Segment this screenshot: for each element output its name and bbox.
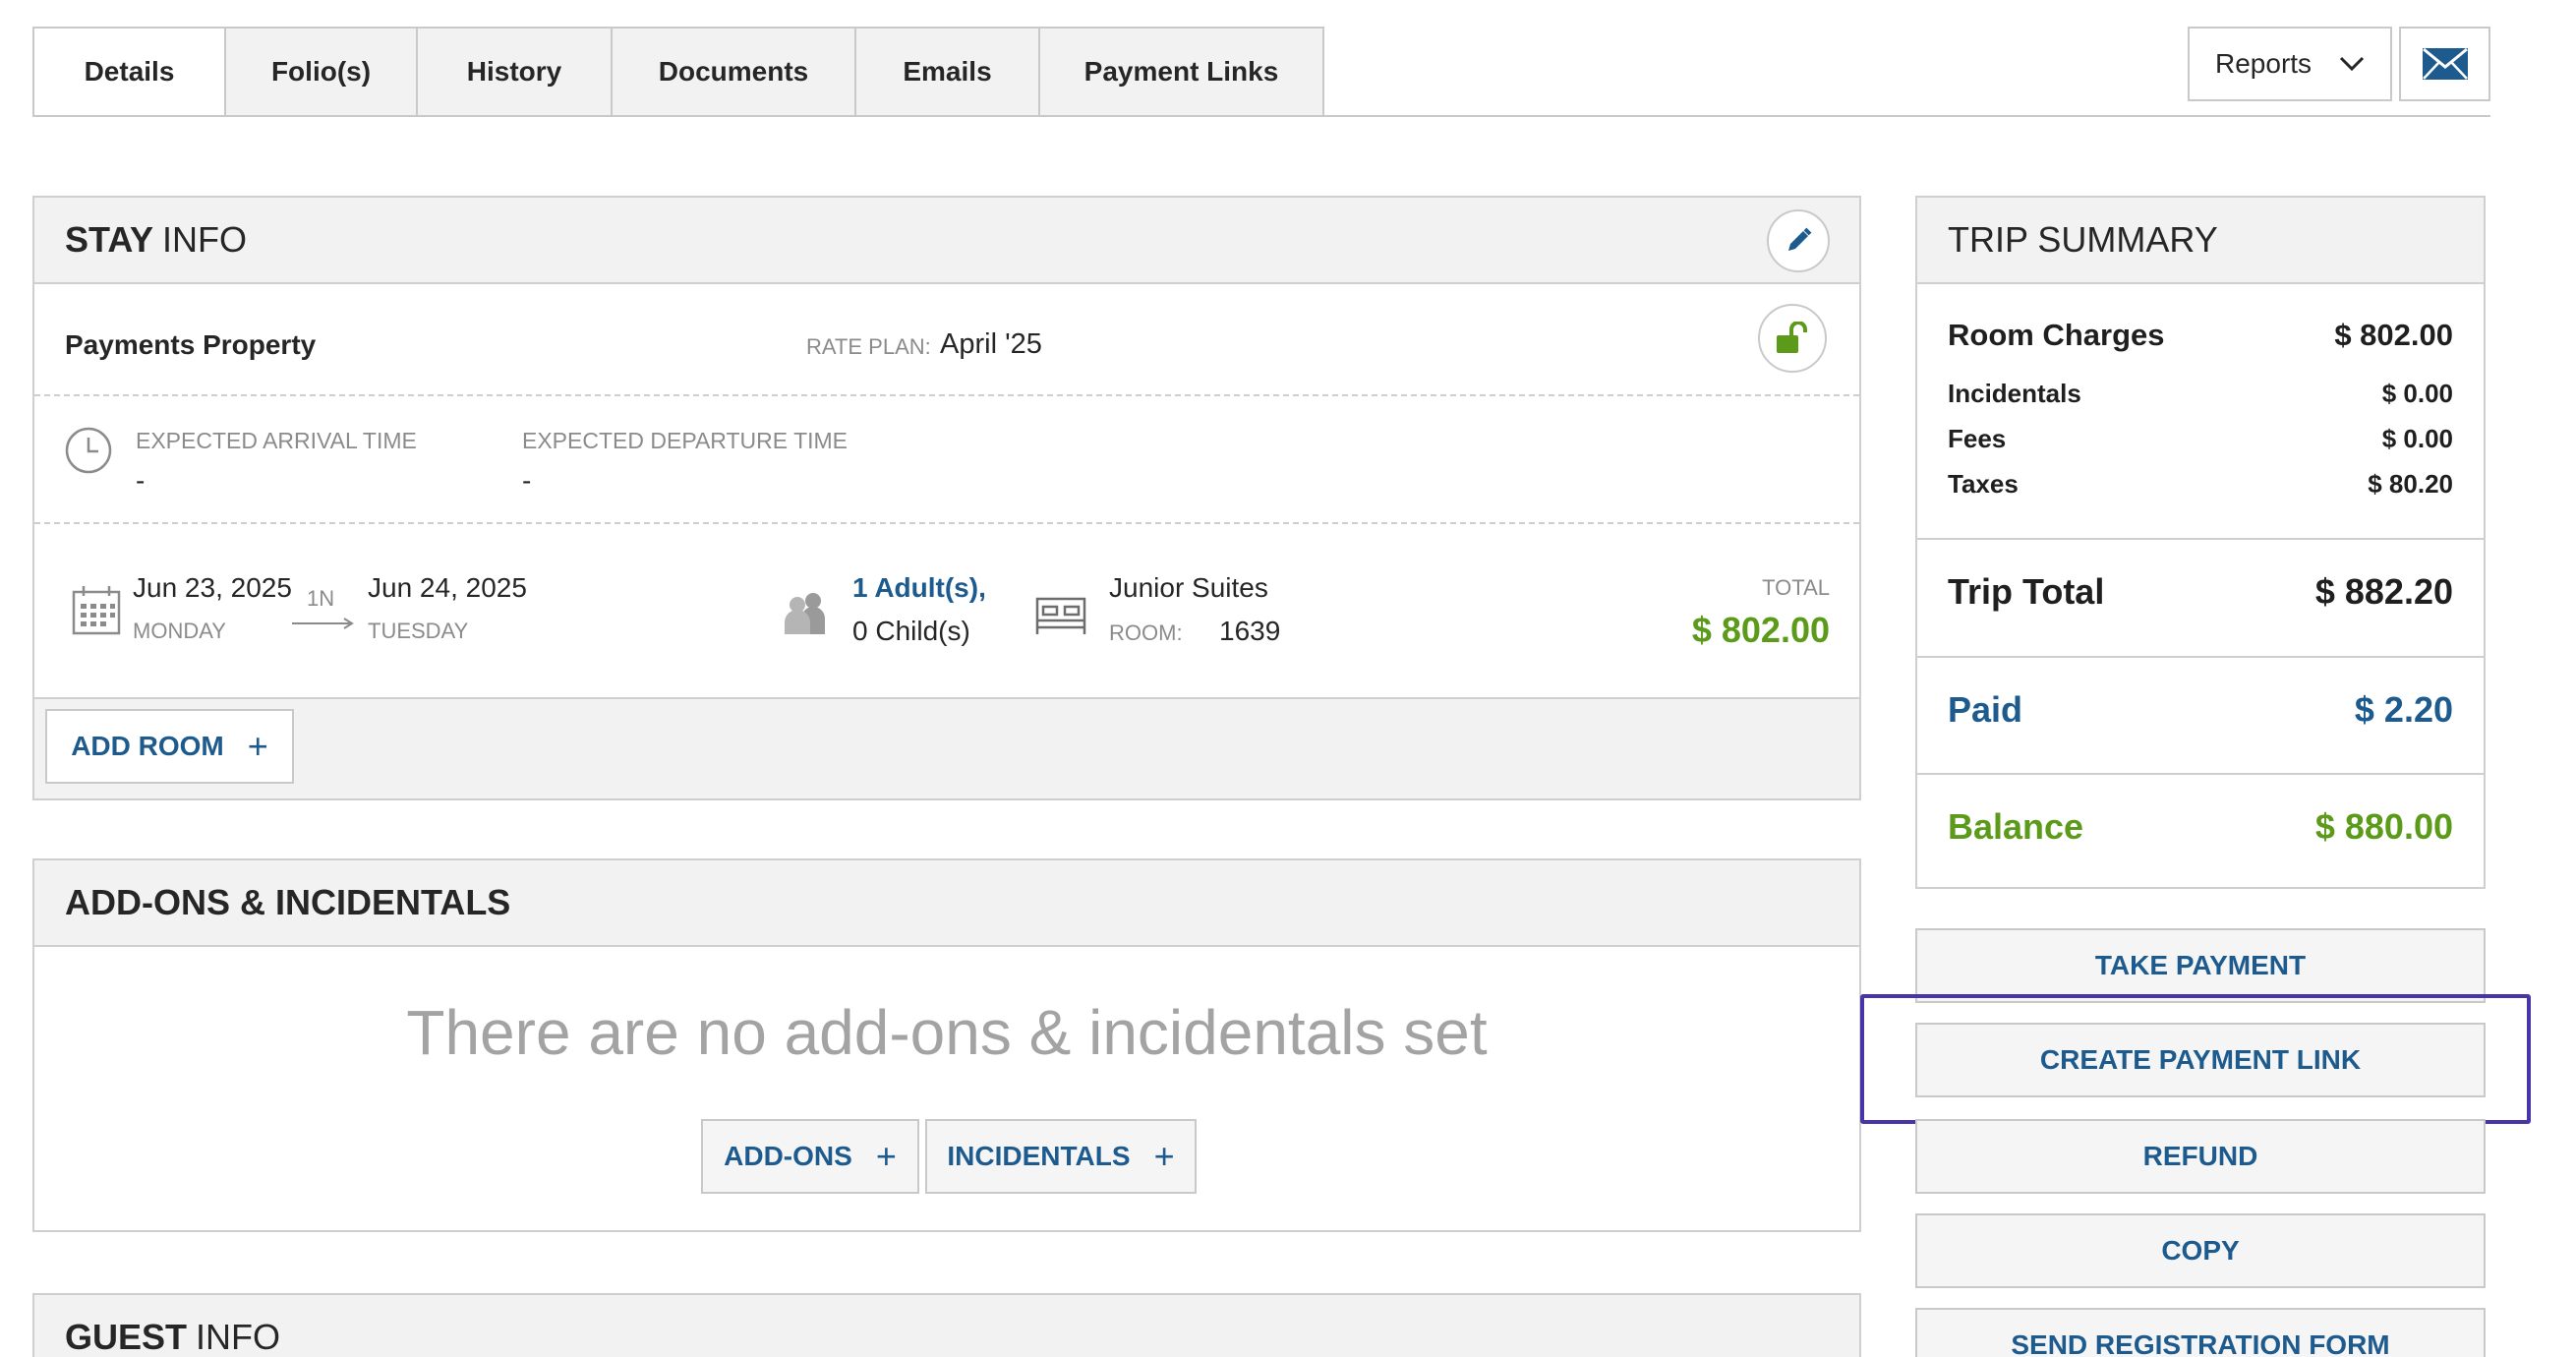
arrival-time-value: -	[136, 465, 146, 496]
tab-payment-links[interactable]: Payment Links	[1040, 27, 1324, 117]
taxes-label: Taxes	[1948, 469, 2019, 499]
trip-total-label: Trip Total	[1948, 571, 2105, 612]
add-ons-button[interactable]: ADD-ONS +	[701, 1119, 919, 1194]
guests-icon	[785, 593, 825, 634]
taxes-row: Taxes $ 80.20	[1948, 469, 2453, 500]
adults-link[interactable]: 1 Adult(s),	[852, 572, 986, 604]
balance-label: Balance	[1948, 806, 2084, 847]
pencil-icon	[1788, 227, 1812, 251]
trip-summary-header: TRIP SUMMARY	[1917, 198, 2484, 284]
guest-info-header: GUEST INFO	[34, 1295, 1859, 1357]
rate-plan-value: April '25	[940, 328, 1042, 360]
take-payment-button[interactable]: TAKE PAYMENT	[1915, 928, 2486, 1003]
room-charges-row: Room Charges $ 802.00	[1948, 318, 2453, 353]
refund-button[interactable]: REFUND	[1915, 1119, 2486, 1194]
trip-summary-panel: TRIP SUMMARY Room Charges $ 802.00 Incid…	[1915, 196, 2486, 889]
guest-info-title-rest: INFO	[196, 1317, 281, 1357]
add-room-label: ADD ROOM	[71, 731, 224, 761]
highlight-frame	[1860, 994, 2531, 1124]
room-type: Junior Suites	[1109, 572, 1268, 603]
calendar-icon	[72, 586, 121, 635]
arrow-right-icon	[292, 618, 354, 629]
tab-emails[interactable]: Emails	[856, 27, 1040, 117]
reports-dropdown[interactable]: Reports	[2188, 27, 2392, 101]
copy-button[interactable]: COPY	[1915, 1213, 2486, 1288]
stay-info-footer: ADD ROOM +	[34, 697, 1859, 798]
departure-time-label: EXPECTED DEPARTURE TIME	[522, 428, 849, 453]
divider	[1917, 656, 2484, 658]
trip-total-row: Trip Total $ 882.20	[1948, 571, 2453, 613]
stay-info-title-rest: INFO	[162, 219, 248, 260]
plus-icon: +	[1153, 1136, 1175, 1176]
separator	[34, 522, 1859, 524]
stay-total-amount: $ 802.00	[1691, 610, 1830, 650]
checkin-date: Jun 23, 2025	[133, 572, 292, 603]
fees-row: Fees $ 0.00	[1948, 424, 2453, 454]
total-label: TOTAL	[1762, 575, 1830, 600]
paid-amount: $ 2.20	[2354, 689, 2453, 730]
stay-info-title-bold: STAY	[65, 219, 154, 260]
edit-stay-button[interactable]	[1767, 209, 1830, 272]
tab-folios[interactable]: Folio(s)	[226, 27, 418, 117]
trip-summary-title: TRIP SUMMARY	[1948, 219, 2218, 260]
tab-details[interactable]: Details	[32, 27, 226, 117]
plus-icon: +	[247, 726, 268, 766]
tab-documents[interactable]: Documents	[613, 27, 856, 117]
chevron-down-icon	[2339, 56, 2365, 72]
incidentals-amount: $ 0.00	[2381, 379, 2453, 408]
stay-info-panel: STAY INFO Payments Property RATE PLAN: A…	[32, 196, 1861, 800]
room-charges-label: Room Charges	[1948, 318, 2165, 352]
addons-panel: ADD-ONS & INCIDENTALS There are no add-o…	[32, 858, 1861, 1232]
room-charges-amount: $ 802.00	[2334, 318, 2453, 352]
arrival-time-label: EXPECTED ARRIVAL TIME	[136, 428, 417, 453]
add-room-button[interactable]: ADD ROOM +	[45, 709, 294, 784]
separator	[34, 394, 1859, 396]
bed-icon	[1035, 597, 1086, 634]
departure-time-value: -	[522, 465, 532, 496]
addons-header: ADD-ONS & INCIDENTALS	[34, 860, 1859, 947]
checkin-day: MONDAY	[133, 619, 226, 643]
tab-bar: Details Folio(s) History Documents Email…	[32, 27, 1324, 117]
checkout-day: TUESDAY	[368, 619, 469, 643]
guest-info-panel: GUEST INFO	[32, 1293, 1861, 1357]
email-button[interactable]	[2399, 27, 2490, 101]
guest-info-title-bold: GUEST	[65, 1317, 188, 1357]
paid-row: Paid $ 2.20	[1948, 689, 2453, 731]
incidentals-row: Incidentals $ 0.00	[1948, 379, 2453, 409]
checkout-date: Jun 24, 2025	[368, 572, 527, 603]
incidentals-label: INCIDENTALS	[947, 1141, 1131, 1171]
plus-icon: +	[875, 1136, 897, 1176]
rate-plan-label: RATE PLAN:	[806, 334, 931, 359]
trip-total-amount: $ 882.20	[2314, 571, 2453, 612]
fees-label: Fees	[1948, 424, 2007, 453]
incidentals-button[interactable]: INCIDENTALS +	[925, 1119, 1197, 1194]
envelope-icon	[2422, 47, 2468, 80]
divider	[1917, 773, 2484, 775]
children-count: 0 Child(s)	[852, 616, 970, 646]
stay-info-header: STAY INFO	[34, 198, 1859, 284]
tabs-divider	[32, 115, 2490, 117]
taxes-amount: $ 80.20	[2368, 469, 2453, 499]
nights-count: 1N	[307, 586, 335, 611]
incidentals-summary-label: Incidentals	[1948, 379, 2081, 408]
room-label: ROOM:	[1109, 620, 1183, 645]
add-ons-label: ADD-ONS	[724, 1141, 852, 1171]
divider	[1917, 538, 2484, 540]
unlocked-lock-icon	[1777, 322, 1807, 353]
addons-empty-message: There are no add-ons & incidentals set	[406, 997, 1488, 1068]
balance-row: Balance $ 880.00	[1948, 806, 2453, 848]
room-number: 1639	[1219, 616, 1281, 646]
reports-label: Reports	[2215, 48, 2313, 79]
balance-amount: $ 880.00	[2314, 806, 2453, 847]
clock-icon	[65, 427, 112, 474]
tab-history[interactable]: History	[418, 27, 613, 117]
send-registration-form-button[interactable]: SEND REGISTRATION FORM	[1915, 1308, 2486, 1357]
fees-amount: $ 0.00	[2381, 424, 2453, 453]
addons-title: ADD-ONS & INCIDENTALS	[65, 882, 511, 922]
paid-label: Paid	[1948, 689, 2023, 730]
property-name: Payments Property	[65, 329, 317, 360]
lock-toggle-button[interactable]	[1758, 304, 1827, 373]
